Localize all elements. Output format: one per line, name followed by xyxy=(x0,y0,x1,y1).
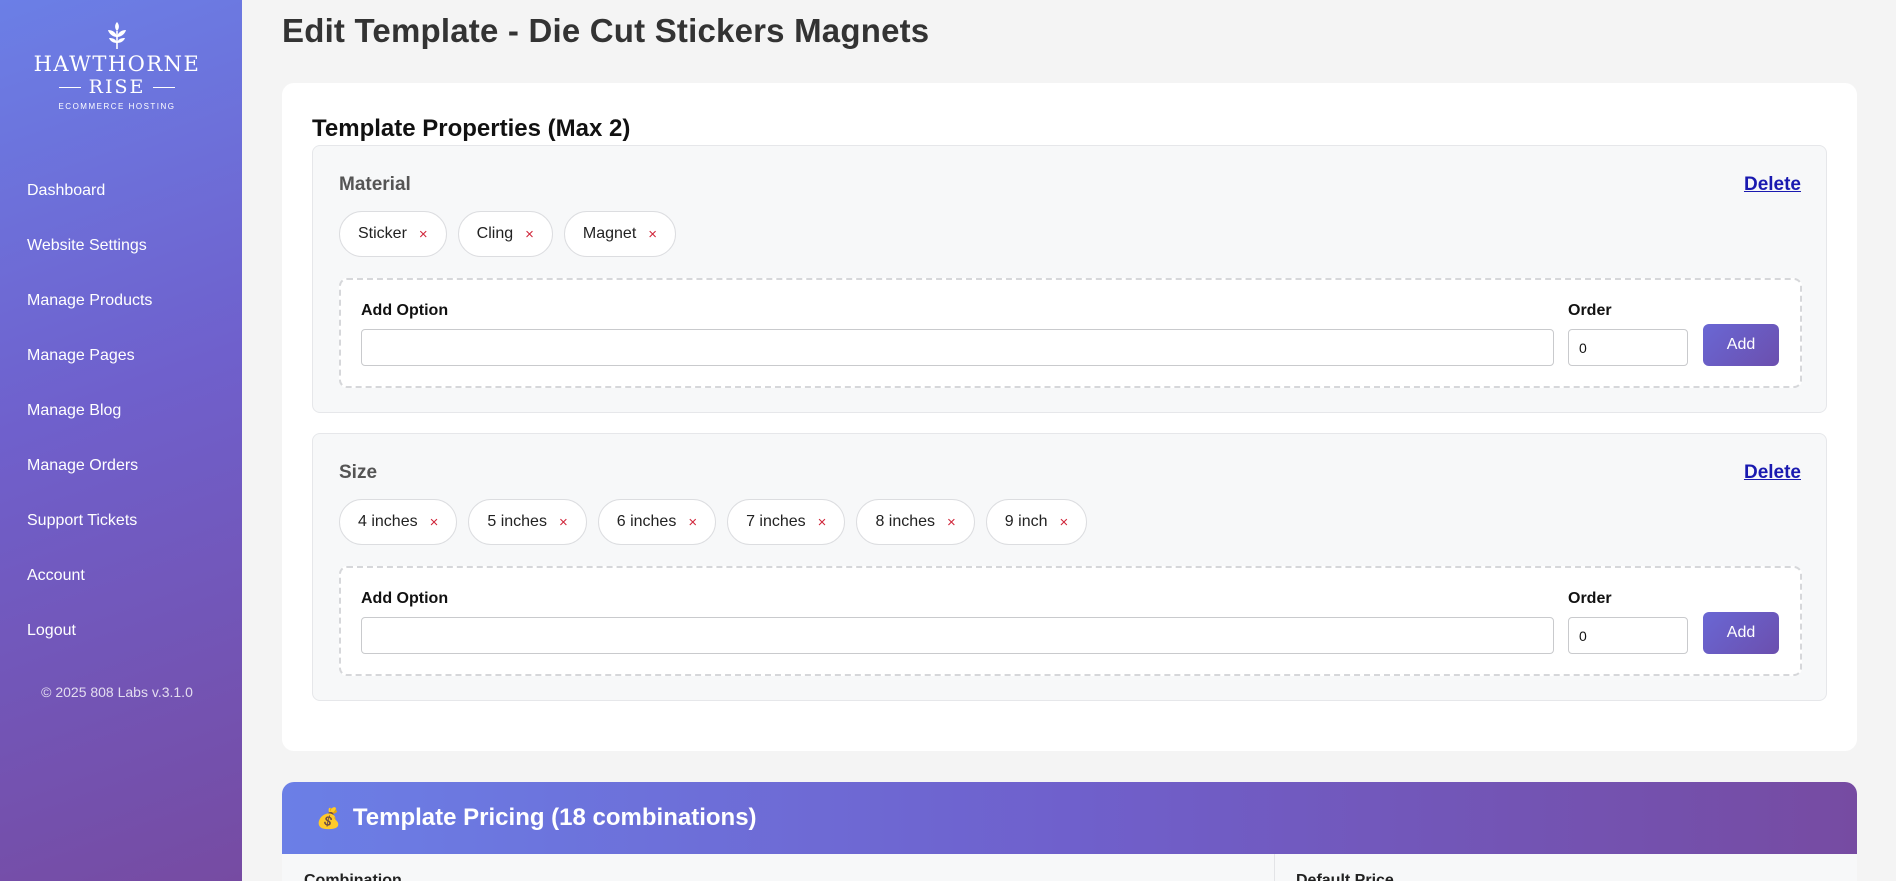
add-option-button[interactable]: Add xyxy=(1703,612,1779,654)
option-chips: 4 inches × 5 inches × 6 inches × 7 inches × … xyxy=(339,499,1088,545)
property-size: Size Delete 4 inches × 5 inches × 6 inches… xyxy=(312,433,1827,701)
add-option-area: Add Option Order Add xyxy=(339,566,1802,676)
order-input[interactable] xyxy=(1568,329,1688,366)
option-chip: 8 inches × xyxy=(856,499,975,545)
sidebar-item-dashboard[interactable]: Dashboard xyxy=(0,168,242,223)
order-label: Order xyxy=(1568,590,1612,607)
add-option-label: Add Option xyxy=(361,590,449,607)
remove-icon[interactable]: × xyxy=(947,514,956,531)
column-header-default-price: Default Price xyxy=(1296,872,1394,881)
option-label: 8 inches xyxy=(875,513,936,530)
add-option-button[interactable]: Add xyxy=(1703,324,1779,366)
delete-property-button[interactable]: Delete xyxy=(1744,174,1801,196)
sidebar-item-account[interactable]: Account xyxy=(0,553,242,608)
remove-icon[interactable]: × xyxy=(818,514,827,531)
sidebar: HAWTHORNE RISE ECOMMERCE HOSTING Dashboa… xyxy=(0,0,242,881)
copyright-text: © 2025 808 Labs v.3.1.0 xyxy=(41,684,193,700)
sidebar-item-support-tickets[interactable]: Support Tickets xyxy=(0,498,242,553)
sidebar-item-logout[interactable]: Logout xyxy=(0,608,242,663)
leaf-icon xyxy=(108,22,126,49)
sidebar-nav: Dashboard Website Settings Manage Produc… xyxy=(0,168,242,663)
sidebar-item-manage-products[interactable]: Manage Products xyxy=(0,278,242,333)
option-label: 5 inches xyxy=(487,513,547,530)
option-label: 4 inches xyxy=(358,513,418,530)
brand-logo[interactable]: HAWTHORNE RISE ECOMMERCE HOSTING xyxy=(0,22,234,111)
remove-icon[interactable]: × xyxy=(525,226,534,243)
column-header-combination: Combination xyxy=(304,872,402,881)
brand-divider-right xyxy=(153,86,176,88)
page-title: Edit Template - Die Cut Stickers Magnets xyxy=(282,12,930,49)
option-label: 9 inch xyxy=(1004,513,1048,530)
remove-icon[interactable]: × xyxy=(688,514,697,531)
option-chip: 5 inches × xyxy=(468,499,587,545)
order-input[interactable] xyxy=(1568,617,1688,654)
remove-icon[interactable]: × xyxy=(559,514,568,531)
brand-divider-left xyxy=(58,86,81,88)
template-properties-card: Template Properties (Max 2) Material Del… xyxy=(282,83,1857,751)
money-bag-icon: 💰 xyxy=(316,807,341,830)
add-option-input[interactable] xyxy=(361,329,1554,366)
brand-name-bottom: RISE xyxy=(88,76,146,98)
option-label: Sticker xyxy=(358,225,407,242)
option-chip: 6 inches × xyxy=(597,499,717,545)
template-pricing-header: 💰 Template Pricing (18 combinations) xyxy=(282,782,1857,854)
sidebar-item-manage-blog[interactable]: Manage Blog xyxy=(0,388,242,443)
option-label: 7 inches xyxy=(746,513,806,530)
remove-icon[interactable]: × xyxy=(648,226,657,243)
sidebar-item-website-settings[interactable]: Website Settings xyxy=(0,223,242,278)
option-chip: Magnet × xyxy=(563,211,677,257)
sidebar-item-manage-pages[interactable]: Manage Pages xyxy=(0,333,242,388)
brand-tagline: ECOMMERCE HOSTING xyxy=(58,102,176,111)
option-label: 6 inches xyxy=(616,513,677,530)
add-option-input[interactable] xyxy=(361,617,1554,654)
property-name: Material xyxy=(339,174,411,195)
column-divider xyxy=(1274,854,1275,881)
pricing-table-header: Combination Default Price xyxy=(282,854,1857,881)
option-chip: Sticker × xyxy=(339,211,447,257)
sidebar-item-manage-orders[interactable]: Manage Orders xyxy=(0,443,242,498)
option-chip: 7 inches × xyxy=(727,499,846,545)
property-name: Size xyxy=(339,462,378,483)
template-pricing-card: 💰 Template Pricing (18 combinations) Com… xyxy=(282,782,1857,881)
brand-name-top: HAWTHORNE xyxy=(33,52,201,76)
brand-name-bottom-row: RISE xyxy=(0,76,234,98)
remove-icon[interactable]: × xyxy=(430,514,439,531)
template-properties-heading: Template Properties (Max 2) xyxy=(312,115,631,142)
add-option-label: Add Option xyxy=(361,302,449,319)
option-chips: Sticker × Cling × Magnet × xyxy=(339,211,677,257)
add-option-area: Add Option Order Add xyxy=(339,278,1802,388)
option-chip: 9 inch × xyxy=(985,499,1088,545)
remove-icon[interactable]: × xyxy=(1060,514,1069,531)
option-chip: 4 inches × xyxy=(339,499,458,545)
delete-property-button[interactable]: Delete xyxy=(1744,462,1801,484)
remove-icon[interactable]: × xyxy=(419,226,428,243)
template-pricing-heading: Template Pricing (18 combinations) xyxy=(352,804,757,831)
order-label: Order xyxy=(1568,302,1612,319)
property-material: Material Delete Sticker × Cling × Magnet × … xyxy=(312,145,1827,413)
option-label: Cling xyxy=(476,225,514,242)
option-label: Magnet xyxy=(582,225,637,242)
option-chip: Cling × xyxy=(457,211,553,257)
